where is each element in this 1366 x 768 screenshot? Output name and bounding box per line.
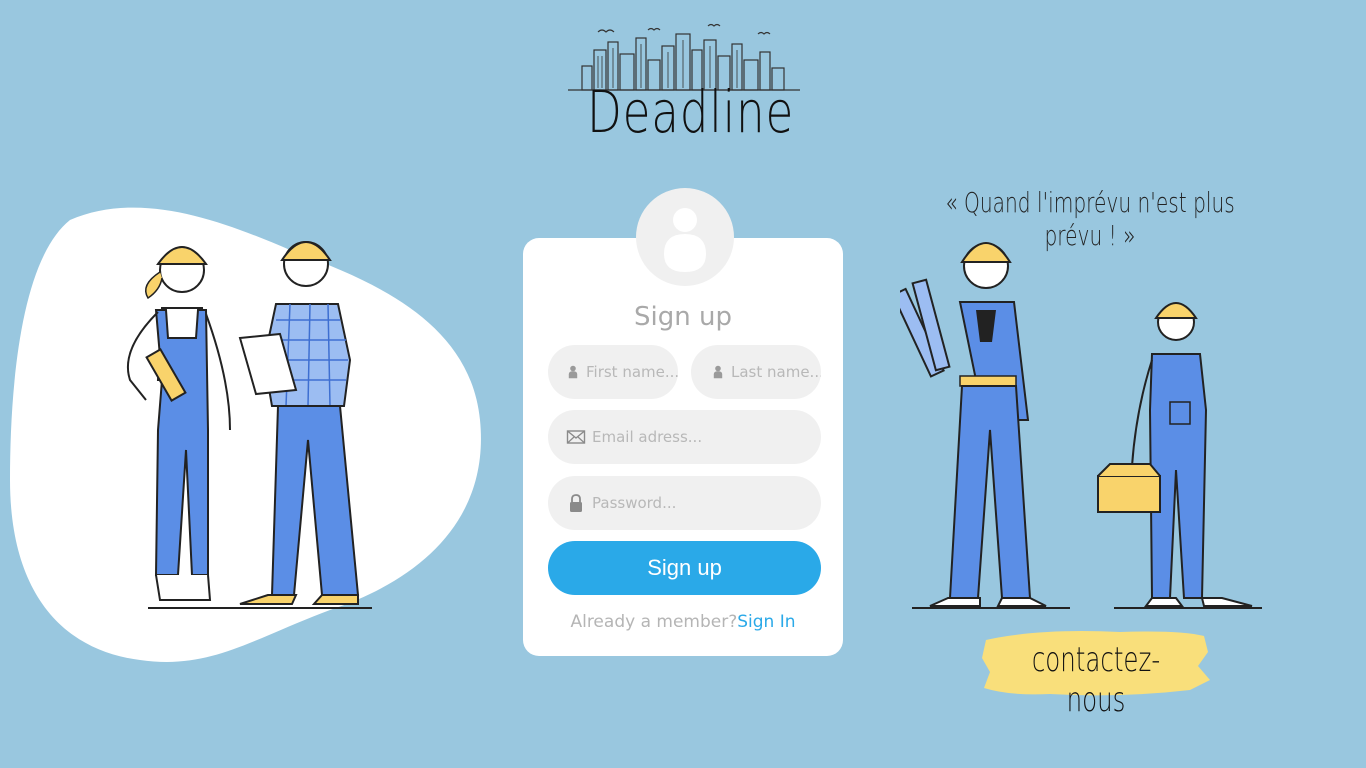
contact-label: contactez-nous	[1031, 640, 1161, 720]
signup-page: Deadline Sign up First name... Last name…	[0, 0, 1366, 768]
brand-name: Deadline	[587, 78, 795, 146]
password-field[interactable]: Password...	[548, 476, 821, 530]
email-placeholder: Email adress...	[592, 428, 703, 446]
avatar-icon	[664, 208, 706, 272]
email-field[interactable]: Email adress...	[548, 410, 821, 464]
signin-link[interactable]: Sign In	[737, 612, 795, 632]
workers-right-illustration	[900, 242, 1262, 609]
password-placeholder: Password...	[592, 494, 677, 512]
first-name-field[interactable]: First name...	[548, 345, 678, 399]
last-name-placeholder: Last name...	[731, 363, 821, 381]
brand-logo: Deadline	[560, 20, 806, 146]
first-name-placeholder: First name...	[586, 363, 678, 381]
signup-button[interactable]: Sign up	[548, 541, 821, 595]
member-text: Already a member?	[570, 612, 738, 632]
lock-icon	[570, 494, 582, 512]
user-icon	[568, 365, 578, 379]
form-title: Sign up	[634, 302, 732, 332]
construction-workers-illustration	[126, 241, 372, 609]
user-icon	[713, 365, 723, 379]
contact-button[interactable]: contactez-nous	[980, 626, 1212, 720]
envelope-icon	[566, 430, 586, 444]
already-member-line: Already a member?Sign In	[523, 612, 843, 632]
avatar	[636, 188, 734, 286]
last-name-field[interactable]: Last name...	[691, 345, 821, 399]
